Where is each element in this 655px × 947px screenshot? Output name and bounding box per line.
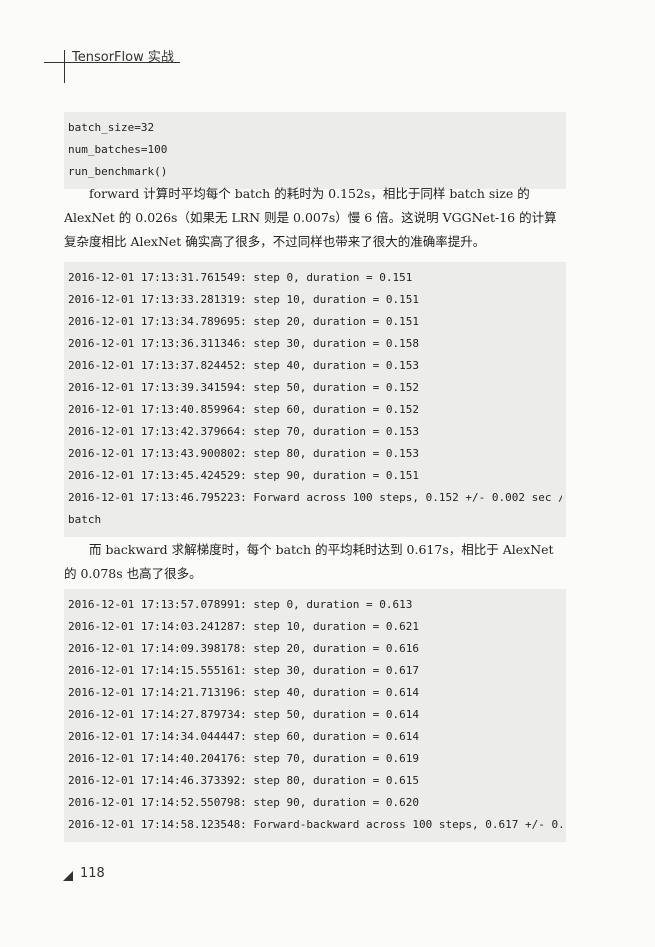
code-line: run_benchmark() [68,165,168,178]
code-block-forward-log: 2016-12-01 17:13:31.761549: step 0, dura… [64,262,566,537]
code-line: 2016-12-01 17:13:43.900802: step 80, dur… [68,447,419,460]
code-line: 2016-12-01 17:13:36.311346: step 30, dur… [68,337,419,350]
code-line: 2016-12-01 17:13:40.859964: step 60, dur… [68,403,419,416]
paragraph-backward-result: 而 backward 求解梯度时，每个 batch 的平均耗时达到 0.617s… [64,542,554,581]
code-line: 2016-12-01 17:13:46.795223: Forward acro… [68,491,562,504]
code-line: 2016-12-01 17:13:34.789695: step 20, dur… [68,315,419,328]
code-line: 2016-12-01 17:14:34.044447: step 60, dur… [68,730,419,743]
code-line: 2016-12-01 17:14:15.555161: step 30, dur… [68,664,419,677]
code-line: 2016-12-01 17:14:58.123548: Forward-back… [68,818,562,831]
code-line: 2016-12-01 17:14:52.550798: step 90, dur… [68,796,419,809]
running-header-title: TensorFlow 实战 [72,50,174,65]
code-line: batch [68,513,102,526]
code-line: 2016-12-01 17:14:40.204176: step 70, dur… [68,752,419,765]
page-corner-marker-icon [63,871,73,881]
code-line: 2016-12-01 17:13:33.281319: step 10, dur… [68,293,419,306]
code-block-benchmark-call: batch_size=32 num_batches=100 run_benchm… [64,112,566,189]
code-line: 2016-12-01 17:14:46.373392: step 80, dur… [68,774,419,787]
page-number: 118 [80,866,105,881]
code-line: 2016-12-01 17:13:37.824452: step 40, dur… [68,359,419,372]
code-block-backward-log: 2016-12-01 17:13:57.078991: step 0, dura… [64,589,566,842]
code-line: 2016-12-01 17:14:21.713196: step 40, dur… [68,686,419,699]
code-line: 2016-12-01 17:13:31.761549: step 0, dura… [68,271,413,284]
code-line: 2016-12-01 17:14:09.398178: step 20, dur… [68,642,419,655]
code-line: 2016-12-01 17:14:03.241287: step 10, dur… [68,620,419,633]
code-line: num_batches=100 [68,143,168,156]
code-line: 2016-12-01 17:13:57.078991: step 0, dura… [68,598,413,611]
code-line: 2016-12-01 17:14:27.879734: step 50, dur… [68,708,419,721]
header-vertical-rule [64,50,65,83]
code-line: 2016-12-01 17:13:39.341594: step 50, dur… [68,381,419,394]
code-line: batch_size=32 [68,121,155,134]
code-line: 2016-12-01 17:13:45.424529: step 90, dur… [68,469,419,482]
paragraph-forward-result: forward 计算时平均每个 batch 的耗时为 0.152s，相比于同样 … [64,186,557,249]
code-line: 2016-12-01 17:13:42.379664: step 70, dur… [68,425,419,438]
